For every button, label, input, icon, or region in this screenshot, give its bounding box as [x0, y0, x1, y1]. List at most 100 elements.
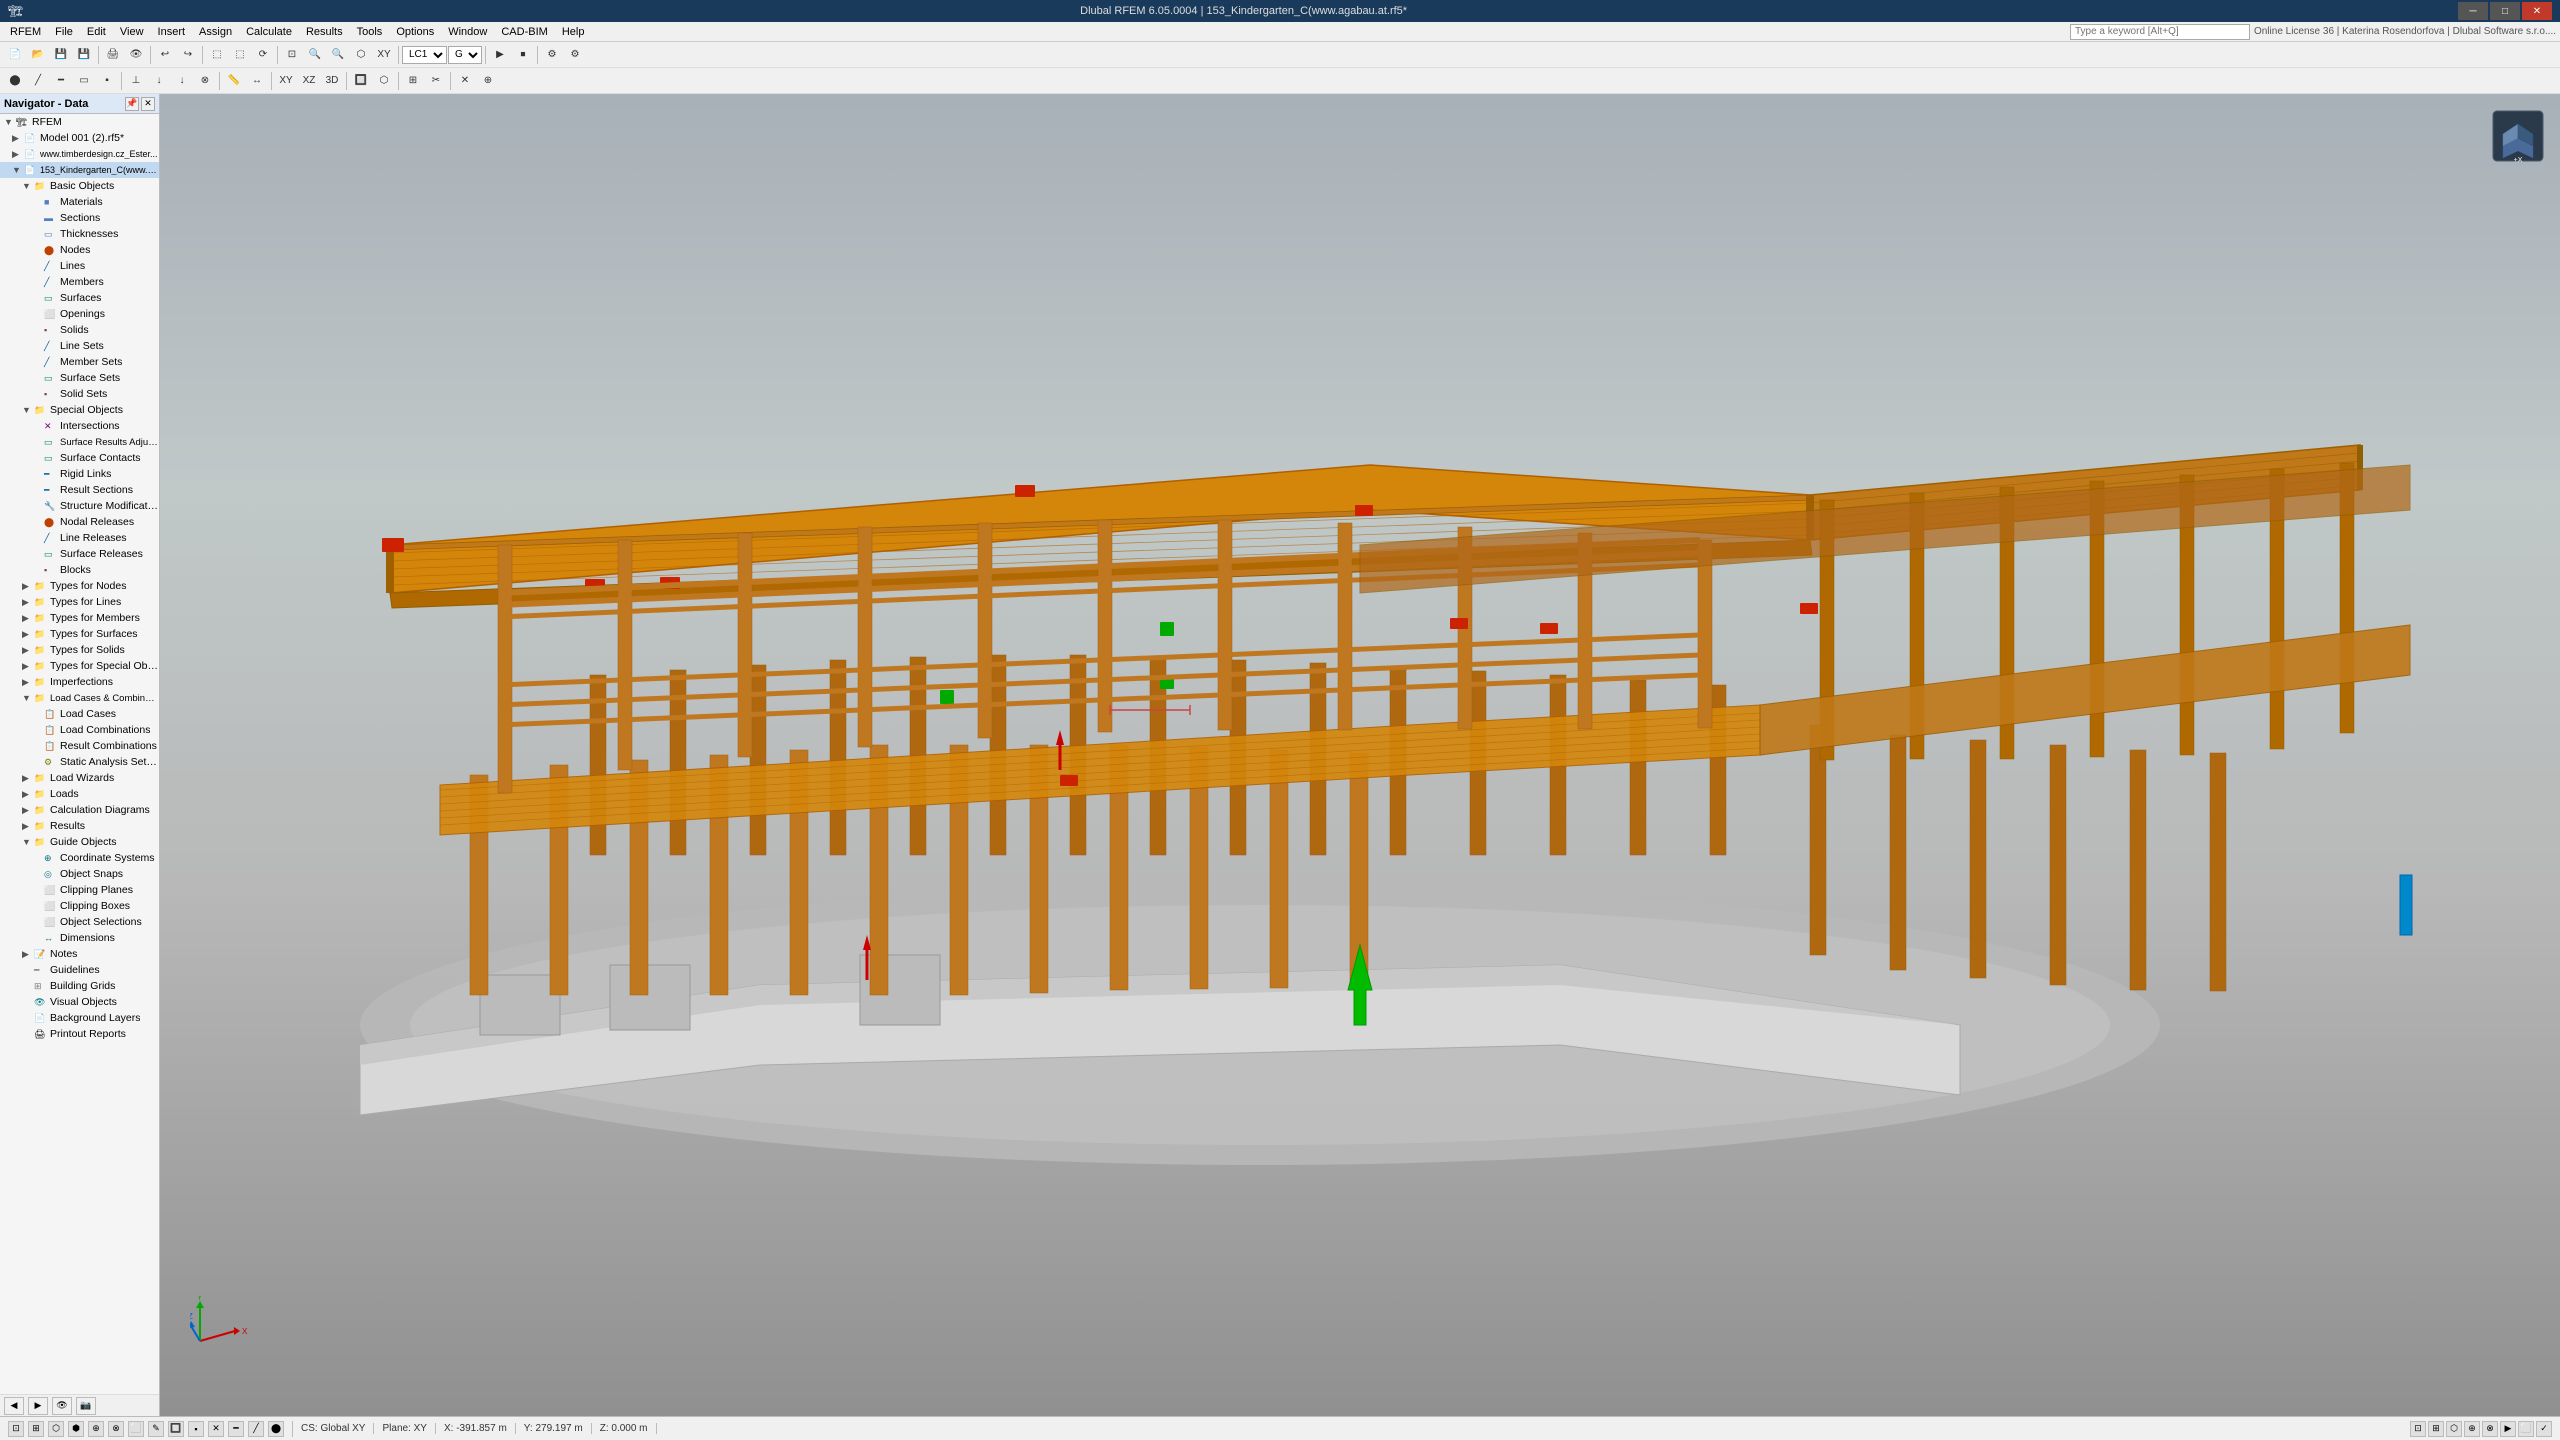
tree-surfacecontacts[interactable]: ▭ Surface Contacts	[0, 450, 159, 466]
nav-camera-btn[interactable]: 📷	[76, 1397, 96, 1415]
tree-coordsystems[interactable]: ⊕ Coordinate Systems	[0, 850, 159, 866]
tree-nodes[interactable]: ⬤ Nodes	[0, 242, 159, 258]
status-btn-7[interactable]: ⬜	[128, 1421, 144, 1437]
nav-tree[interactable]: ▼ 🏗 RFEM ▶ 📄 Model 001 (2).rf5* ▶ 📄 www.…	[0, 114, 159, 1394]
tb-select[interactable]: ⬚	[206, 44, 228, 66]
status-btn-1[interactable]: ⊡	[8, 1421, 24, 1437]
tree-typesnodes[interactable]: ▶ 📁 Types for Nodes	[0, 578, 159, 594]
tb-lc-combo[interactable]: LC1	[402, 46, 447, 64]
status-btn-12[interactable]: ━	[228, 1421, 244, 1437]
tree-model001[interactable]: ▶ 📄 Model 001 (2).rf5*	[0, 130, 159, 146]
tb-view-all[interactable]: ⊡	[281, 44, 303, 66]
tree-solidsets[interactable]: ▪ Solid Sets	[0, 386, 159, 402]
close-button[interactable]: ✕	[2522, 2, 2552, 20]
tree-backgroundlayers[interactable]: 📄 Background Layers	[0, 1010, 159, 1026]
tb2-dimension[interactable]: ↔	[246, 70, 268, 92]
nav-eye-btn[interactable]: 👁	[52, 1397, 72, 1415]
menu-help[interactable]: Help	[556, 25, 591, 39]
tb-settings1[interactable]: ⚙	[541, 44, 563, 66]
tb2-delete[interactable]: ✕	[454, 70, 476, 92]
nav-pin-btn[interactable]: 📌	[125, 97, 139, 111]
tb-view-3d[interactable]: ⬡	[350, 44, 372, 66]
status-right-btn-2[interactable]: ⊞	[2428, 1421, 2444, 1437]
tb-stop[interactable]: ⏹	[512, 44, 534, 66]
tb-save-all[interactable]: 💾	[73, 44, 95, 66]
maximize-button[interactable]: □	[2490, 2, 2520, 20]
tree-structuremods[interactable]: 🔧 Structure Modifications	[0, 498, 159, 514]
tree-guideobjects[interactable]: ▼ 📁 Guide Objects	[0, 834, 159, 850]
tree-thicknesses[interactable]: ▭ Thicknesses	[0, 226, 159, 242]
tree-membersets[interactable]: ╱ Member Sets	[0, 354, 159, 370]
tb-print-preview[interactable]: 👁	[125, 44, 147, 66]
tree-dimensions[interactable]: ↔ Dimensions	[0, 930, 159, 946]
nav-close-btn[interactable]: ✕	[141, 97, 155, 111]
tree-linesets[interactable]: ╱ Line Sets	[0, 338, 159, 354]
tb2-section[interactable]: ⊞	[402, 70, 424, 92]
tree-blocks[interactable]: ▪ Blocks	[0, 562, 159, 578]
tree-typessolids[interactable]: ▶ 📁 Types for Solids	[0, 642, 159, 658]
status-btn-3[interactable]: ⬡	[48, 1421, 64, 1437]
menu-options[interactable]: Options	[390, 25, 440, 39]
menu-assign[interactable]: Assign	[193, 25, 238, 39]
tree-members[interactable]: ╱ Members	[0, 274, 159, 290]
tree-surfaces[interactable]: ▭ Surfaces	[0, 290, 159, 306]
tree-objectsnaps[interactable]: ◎ Object Snaps	[0, 866, 159, 882]
tb2-surface[interactable]: ▭	[73, 70, 95, 92]
tree-surfresadj[interactable]: ▭ Surface Results Adjustments	[0, 434, 159, 450]
menu-tools[interactable]: Tools	[351, 25, 389, 39]
minimize-button[interactable]: ─	[2458, 2, 2488, 20]
tree-objectselections[interactable]: ⬜ Object Selections	[0, 914, 159, 930]
tree-nodalreleases[interactable]: ⬤ Nodal Releases	[0, 514, 159, 530]
tb2-load2[interactable]: ↓	[171, 70, 193, 92]
tb2-node[interactable]: ⬤	[4, 70, 26, 92]
tb2-wire[interactable]: ⬡	[373, 70, 395, 92]
tree-model153[interactable]: ▼ 📄 153_Kindergarten_C(www.a...	[0, 162, 159, 178]
tree-surfreleases[interactable]: ▭ Surface Releases	[0, 546, 159, 562]
tree-notes[interactable]: ▶ 📝 Notes	[0, 946, 159, 962]
status-right-btn-6[interactable]: ▶	[2500, 1421, 2516, 1437]
status-btn-8[interactable]: ✎	[148, 1421, 164, 1437]
tb-open[interactable]: 📂	[27, 44, 49, 66]
status-right-btn-8[interactable]: ✓	[2536, 1421, 2552, 1437]
tree-linereleases[interactable]: ╱ Line Releases	[0, 530, 159, 546]
tree-resultsections[interactable]: ━ Result Sections	[0, 482, 159, 498]
tree-rfem-root[interactable]: ▼ 🏗 RFEM	[0, 114, 159, 130]
tree-loadcasescomb[interactable]: ▼ 📁 Load Cases & Combinations	[0, 690, 159, 706]
nav-prev-btn[interactable]: ◀	[4, 1397, 24, 1415]
tree-guidelines[interactable]: ━ Guidelines	[0, 962, 159, 978]
tb-rotate[interactable]: ⟳	[252, 44, 274, 66]
tb-settings2[interactable]: ⚙	[564, 44, 586, 66]
tb2-member[interactable]: ━	[50, 70, 72, 92]
menu-edit[interactable]: Edit	[81, 25, 112, 39]
tb-view-xy[interactable]: XY	[373, 44, 395, 66]
tb2-snap[interactable]: ⊕	[477, 70, 499, 92]
tb2-view-xy[interactable]: XY	[275, 70, 297, 92]
menu-cad-bim[interactable]: CAD-BIM	[495, 25, 553, 39]
tree-clippingboxes[interactable]: ⬜ Clipping Boxes	[0, 898, 159, 914]
tb-new[interactable]: 📄	[4, 44, 26, 66]
menu-window[interactable]: Window	[442, 25, 493, 39]
status-btn-10[interactable]: ▪	[188, 1421, 204, 1437]
tree-resultcombinations[interactable]: 📋 Result Combinations	[0, 738, 159, 754]
tree-typeslines[interactable]: ▶ 📁 Types for Lines	[0, 594, 159, 610]
tb2-clip[interactable]: ✂	[425, 70, 447, 92]
orientation-cube[interactable]: +X	[2488, 106, 2548, 166]
status-btn-11[interactable]: ✕	[208, 1421, 224, 1437]
tb-run[interactable]: ▶	[489, 44, 511, 66]
status-right-btn-3[interactable]: ⬡	[2446, 1421, 2462, 1437]
menu-file[interactable]: File	[49, 25, 79, 39]
status-btn-13[interactable]: ╱	[248, 1421, 264, 1437]
status-btn-4[interactable]: ⬢	[68, 1421, 84, 1437]
tree-timberdesign[interactable]: ▶ 📄 www.timberdesign.cz_Ester...	[0, 146, 159, 162]
status-right-btn-4[interactable]: ⊕	[2464, 1421, 2480, 1437]
tree-loads[interactable]: ▶ 📁 Loads	[0, 786, 159, 802]
tree-calcdiagrams[interactable]: ▶ 📁 Calculation Diagrams	[0, 802, 159, 818]
status-btn-14[interactable]: ⬤	[268, 1421, 284, 1437]
tb-save[interactable]: 💾	[50, 44, 72, 66]
tree-sections[interactable]: ▬ Sections	[0, 210, 159, 226]
tb-g-combo[interactable]: G	[448, 46, 482, 64]
tree-surfacesets[interactable]: ▭ Surface Sets	[0, 370, 159, 386]
tree-solids[interactable]: ▪ Solids	[0, 322, 159, 338]
tb2-view-xz[interactable]: XZ	[298, 70, 320, 92]
tb-undo[interactable]: ↩	[154, 44, 176, 66]
